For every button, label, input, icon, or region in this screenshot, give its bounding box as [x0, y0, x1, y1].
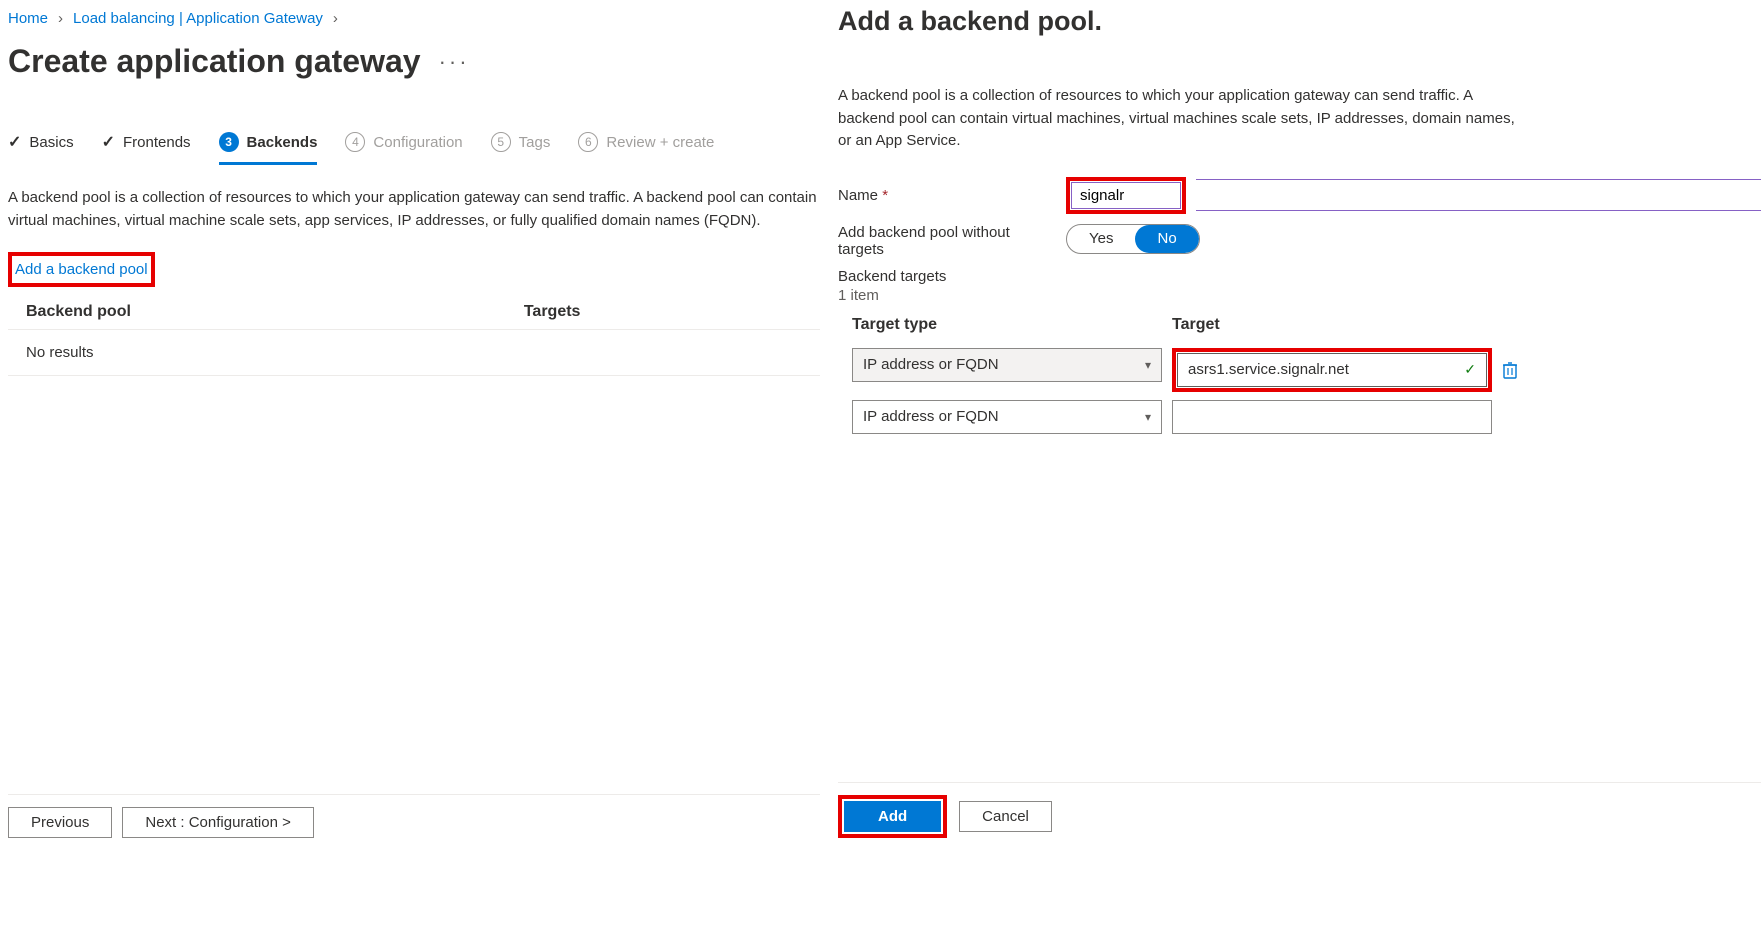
name-field-row: Name * — [838, 177, 1761, 214]
tab-basics[interactable]: ✓ Basics — [8, 132, 74, 165]
tab-backends[interactable]: 3 Backends — [219, 132, 318, 165]
cancel-button[interactable]: Cancel — [959, 801, 1052, 832]
add-button[interactable]: Add — [844, 801, 941, 832]
highlight-target-input: asrs1.service.signalr.net ✓ — [1172, 348, 1492, 392]
col-header-actions — [1502, 316, 1530, 340]
tab-label: Tags — [519, 134, 551, 151]
toggle-no[interactable]: No — [1135, 225, 1198, 253]
required-indicator: * — [882, 187, 888, 204]
target-value: asrs1.service.signalr.net — [1188, 361, 1349, 378]
breadcrumb-load-balancing[interactable]: Load balancing | Application Gateway — [73, 10, 323, 27]
no-targets-toggle[interactable]: Yes No — [1066, 224, 1200, 254]
col-header-backend-pool: Backend pool — [8, 295, 506, 330]
previous-button[interactable]: Previous — [8, 807, 112, 838]
name-input-border-extension — [1196, 179, 1761, 211]
breadcrumb-separator: › — [58, 10, 63, 27]
backend-pool-table: Backend pool Targets No results — [8, 295, 820, 376]
step-number-icon: 5 — [491, 132, 511, 152]
check-icon: ✓ — [8, 132, 21, 152]
add-backend-pool-panel: Add a backend pool. A backend pool is a … — [838, 0, 1761, 938]
delete-target-button[interactable] — [1502, 348, 1530, 392]
tab-configuration[interactable]: 4 Configuration — [345, 132, 462, 165]
step-number-icon: 6 — [578, 132, 598, 152]
tab-label: Review + create — [606, 134, 714, 151]
target-input[interactable]: asrs1.service.signalr.net ✓ — [1177, 353, 1487, 387]
breadcrumb-home[interactable]: Home — [8, 10, 48, 27]
no-targets-row: Add backend pool without targets Yes No — [838, 224, 1761, 258]
next-button[interactable]: Next : Configuration > — [122, 807, 314, 838]
tab-review[interactable]: 6 Review + create — [578, 132, 714, 165]
trash-icon — [1502, 361, 1518, 379]
backend-targets-label: Backend targets — [838, 268, 1761, 285]
page-title-row: Create application gateway ··· — [8, 43, 820, 80]
select-value: IP address or FQDN — [863, 408, 999, 425]
check-icon: ✓ — [102, 132, 115, 152]
col-header-targets: Targets — [506, 295, 820, 330]
highlight-name-input — [1066, 177, 1186, 214]
toggle-yes[interactable]: Yes — [1067, 225, 1135, 253]
tab-frontends[interactable]: ✓ Frontends — [102, 132, 191, 165]
add-backend-pool-link[interactable]: Add a backend pool — [13, 257, 150, 282]
wizard-tabs: ✓ Basics ✓ Frontends 3 Backends 4 Config… — [8, 132, 820, 165]
name-label: Name * — [838, 187, 1056, 204]
col-header-target: Target — [1172, 316, 1492, 340]
panel-footer: Add Cancel — [838, 782, 1761, 838]
page-title: Create application gateway — [8, 43, 421, 80]
select-value: IP address or FQDN — [863, 356, 999, 373]
panel-description: A backend pool is a collection of resour… — [838, 85, 1518, 153]
tab-label: Basics — [29, 134, 73, 151]
backend-targets-table: Target type Target IP address or FQDN ▾ … — [852, 316, 1761, 434]
tab-tags[interactable]: 5 Tags — [491, 132, 551, 165]
empty-action-cell — [1502, 400, 1530, 434]
tab-label: Backends — [247, 134, 318, 151]
target-type-select[interactable]: IP address or FQDN ▾ — [852, 400, 1162, 434]
backends-intro-text: A backend pool is a collection of resour… — [8, 187, 818, 232]
target-input-empty[interactable] — [1172, 400, 1492, 434]
col-header-target-type: Target type — [852, 316, 1162, 340]
step-number-icon: 4 — [345, 132, 365, 152]
highlight-add-button: Add — [838, 795, 947, 838]
table-row: No results — [8, 330, 820, 376]
main-content: Home › Load balancing | Application Gate… — [0, 0, 820, 938]
no-results-cell: No results — [8, 330, 820, 376]
breadcrumb: Home › Load balancing | Application Gate… — [8, 10, 820, 27]
item-count: 1 item — [838, 287, 1761, 304]
no-targets-label: Add backend pool without targets — [838, 224, 1056, 258]
name-input[interactable] — [1071, 182, 1181, 209]
target-type-select[interactable]: IP address or FQDN ▾ — [852, 348, 1162, 382]
tab-label: Configuration — [373, 134, 462, 151]
chevron-down-icon: ▾ — [1145, 358, 1151, 372]
tab-label: Frontends — [123, 134, 191, 151]
step-number-icon: 3 — [219, 132, 239, 152]
chevron-down-icon: ▾ — [1145, 410, 1151, 424]
breadcrumb-separator: › — [333, 10, 338, 27]
more-actions-button[interactable]: ··· — [439, 56, 470, 68]
checkmark-icon: ✓ — [1464, 361, 1476, 378]
highlight-add-pool: Add a backend pool — [8, 252, 155, 287]
wizard-footer: Previous Next : Configuration > — [8, 794, 820, 838]
panel-title: Add a backend pool. — [838, 6, 1761, 37]
